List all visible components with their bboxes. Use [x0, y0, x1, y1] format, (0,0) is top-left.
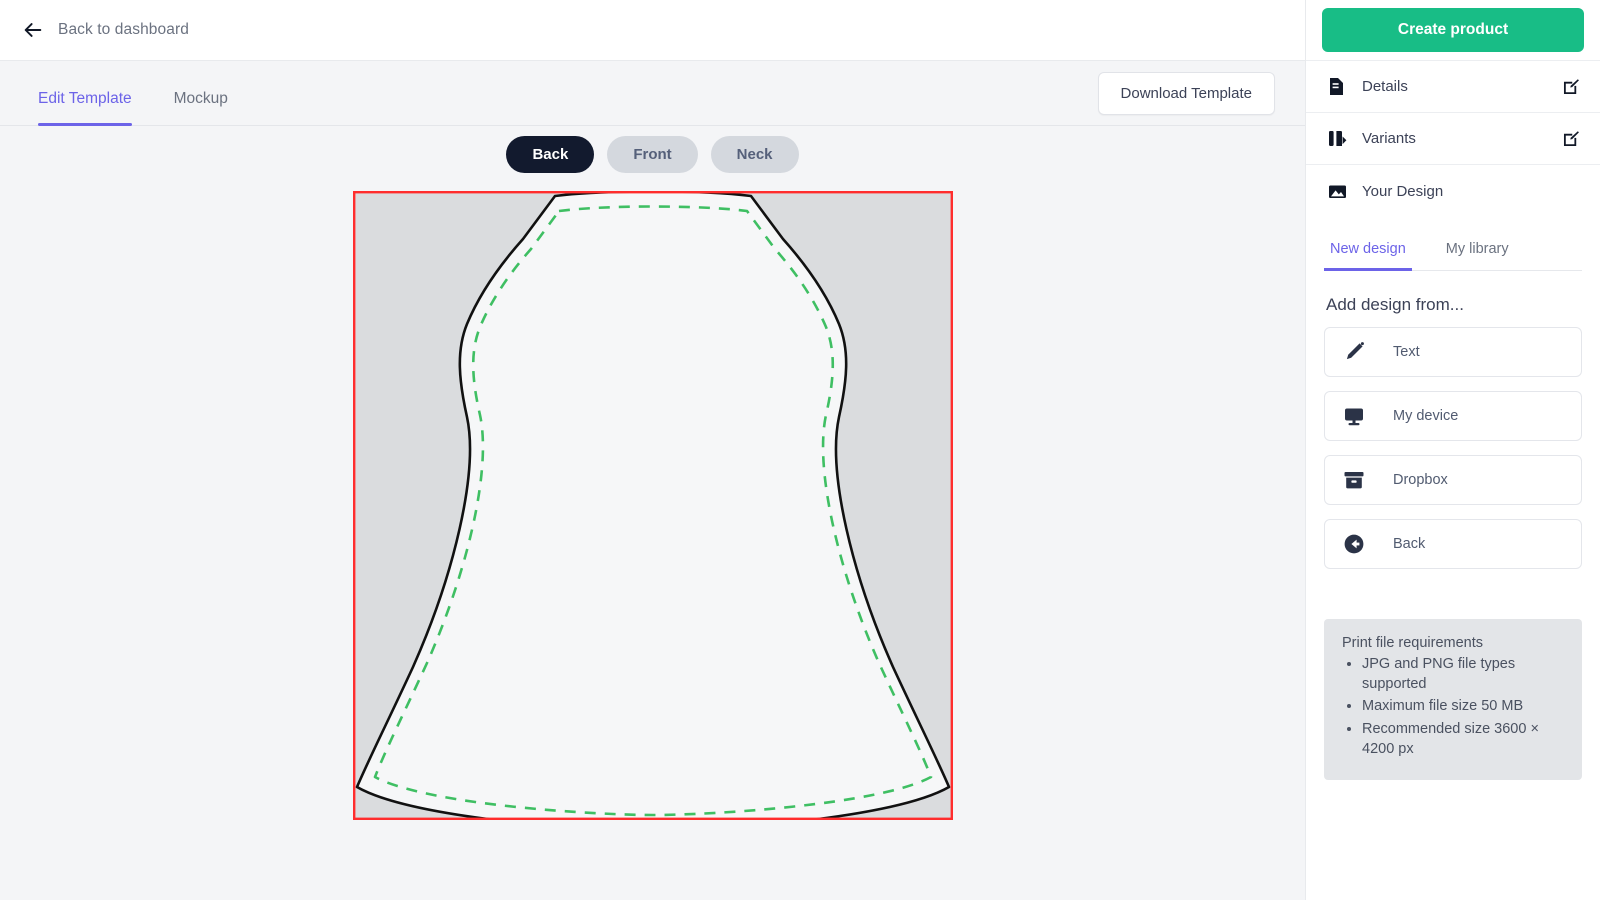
monitor-icon	[1343, 406, 1367, 427]
variants-icon	[1328, 129, 1348, 148]
add-design-source-text[interactable]: Text	[1324, 327, 1582, 377]
arrow-left-icon	[24, 23, 42, 37]
view-selector: Back Front Neck	[0, 136, 1305, 173]
add-design-source-dropbox-label: Dropbox	[1393, 472, 1448, 488]
edit-square-icon[interactable]	[1562, 130, 1580, 148]
back-to-dashboard-link[interactable]: Back to dashboard	[22, 19, 189, 41]
add-design-source-back[interactable]: Back	[1324, 519, 1582, 569]
download-template-button[interactable]: Download Template	[1097, 72, 1275, 115]
add-design-source-my-device-label: My device	[1393, 408, 1459, 424]
sidebar-section-variants[interactable]: Variants	[1306, 113, 1600, 165]
subtab-my-library[interactable]: My library	[1444, 231, 1511, 270]
view-pill-front[interactable]: Front	[607, 136, 698, 173]
circle-arrow-left-icon	[1343, 533, 1367, 555]
list-item: Maximum file size 50 MB	[1362, 697, 1564, 717]
pencil-icon	[1343, 341, 1367, 363]
create-product-button[interactable]: Create product	[1322, 8, 1584, 52]
list-item: Recommended size 3600 × 4200 px	[1362, 720, 1564, 759]
list-item: JPG and PNG file types supported	[1362, 655, 1564, 694]
sidebar-section-your-design-label: Your Design	[1362, 182, 1444, 200]
print-file-requirements: Print file requirements JPG and PNG file…	[1324, 619, 1582, 780]
sidebar-section-variants-label: Variants	[1362, 130, 1416, 147]
tab-edit-template[interactable]: Edit Template	[38, 90, 132, 126]
add-design-source-dropbox[interactable]: Dropbox	[1324, 455, 1582, 505]
sidebar-section-details-label: Details	[1362, 78, 1408, 95]
subtab-new-design[interactable]: New design	[1324, 231, 1412, 271]
image-icon	[1328, 183, 1348, 200]
view-pill-neck[interactable]: Neck	[710, 136, 799, 173]
add-design-source-my-device[interactable]: My device	[1324, 391, 1582, 441]
download-template-wrap: Download Template	[1097, 72, 1275, 125]
view-pill-back[interactable]: Back	[506, 136, 595, 173]
print-file-requirements-title: Print file requirements	[1342, 635, 1484, 651]
main-column: Back to dashboard Edit Template Mockup D…	[0, 0, 1305, 900]
back-to-dashboard-label: Back to dashboard	[58, 21, 189, 38]
top-bar: Back to dashboard	[0, 0, 1305, 61]
garment-template-svg	[353, 191, 953, 820]
print-file-requirements-list: JPG and PNG file types supported Maximum…	[1342, 655, 1564, 760]
design-panel: New design My library Add design from...…	[1306, 217, 1600, 583]
editor-tabs: Edit Template Mockup	[38, 61, 228, 126]
tab-mockup[interactable]: Mockup	[174, 90, 228, 125]
document-icon	[1328, 77, 1348, 96]
right-sidebar: Create product Details Variants Your Des…	[1305, 0, 1600, 900]
sidebar-section-details[interactable]: Details	[1306, 61, 1600, 113]
add-design-source-text-label: Text	[1393, 344, 1420, 360]
archive-box-icon	[1343, 470, 1367, 490]
editor-tab-bar: Edit Template Mockup Download Template	[0, 61, 1305, 126]
garment-template-stage[interactable]	[353, 191, 953, 820]
design-subtabs: New design My library	[1324, 231, 1582, 271]
edit-square-icon[interactable]	[1562, 78, 1580, 96]
add-design-title: Add design from...	[1326, 295, 1464, 314]
product-template-editor: Back to dashboard Edit Template Mockup D…	[0, 0, 1600, 900]
create-product-bar: Create product	[1306, 0, 1600, 61]
template-canvas-area: Back Front Neck	[0, 126, 1305, 900]
add-design-source-back-label: Back	[1393, 536, 1426, 552]
sidebar-section-your-design[interactable]: Your Design	[1306, 165, 1600, 217]
